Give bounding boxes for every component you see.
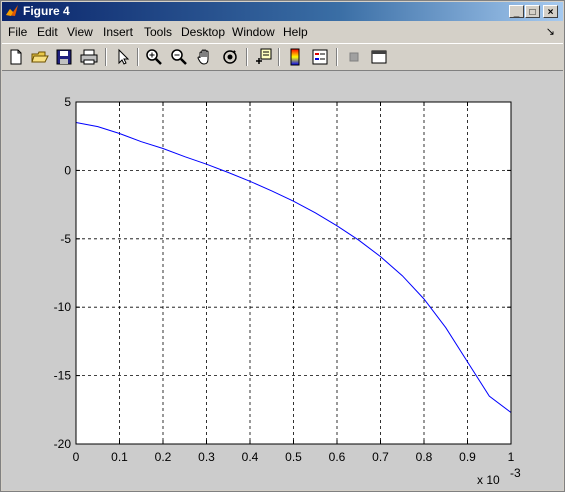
y-tick-label: -5 xyxy=(60,232,71,246)
menu-window[interactable]: Window xyxy=(232,25,275,39)
plot-area[interactable]: 0 0.1 0.2 0.3 0.4 0.5 0.6 0.7 0.8 0.9 1 5 0 -5 -10 -15 -… xyxy=(2,71,563,490)
y-tick-label: -15 xyxy=(54,369,72,383)
x-tick-label: 0.6 xyxy=(329,450,346,464)
zoom-out-icon[interactable] xyxy=(169,47,189,67)
toolbar-separator xyxy=(246,48,248,66)
x-tick-label: 0.4 xyxy=(242,450,259,464)
menu-edit[interactable]: Edit xyxy=(37,25,58,39)
zoom-in-icon[interactable] xyxy=(144,47,164,67)
menu-bar: File Edit View Insert Tools Desktop Wind… xyxy=(2,22,563,42)
save-icon[interactable] xyxy=(54,47,74,67)
title-bar[interactable]: Figure 4 _ □ × xyxy=(2,2,563,21)
matlab-logo-icon xyxy=(6,5,18,16)
y-tick-label: 5 xyxy=(64,95,71,109)
menu-tools[interactable]: Tools xyxy=(144,25,172,39)
menu-desktop[interactable]: Desktop xyxy=(181,25,225,39)
toolbar-separator xyxy=(137,48,139,66)
colorbar-icon[interactable] xyxy=(285,47,305,67)
dock-arrow-icon[interactable]: ↘ xyxy=(546,25,555,38)
figure-toolbar xyxy=(2,43,563,71)
rotate-3d-icon[interactable] xyxy=(220,47,240,67)
y-tick-label: -20 xyxy=(54,437,72,451)
open-file-icon[interactable] xyxy=(30,47,50,67)
hide-plot-tools-icon[interactable] xyxy=(344,47,364,67)
x-tick-label: 1 xyxy=(508,450,515,464)
legend-icon[interactable] xyxy=(310,47,330,67)
figure-canvas: 0 0.1 0.2 0.3 0.4 0.5 0.6 0.7 0.8 0.9 1 5 0 -5 -10 -15 -… xyxy=(2,71,563,490)
toolbar-separator xyxy=(278,48,280,66)
new-figure-icon[interactable] xyxy=(6,47,26,67)
maximize-button[interactable]: □ xyxy=(525,5,540,18)
menu-view[interactable]: View xyxy=(67,25,93,39)
x-exponent-superscript: -3 xyxy=(510,466,521,480)
y-tick-label: -10 xyxy=(54,300,72,314)
edit-plot-arrow-icon[interactable] xyxy=(112,47,132,67)
menu-help[interactable]: Help xyxy=(283,25,308,39)
pan-hand-icon[interactable] xyxy=(195,47,215,67)
print-icon[interactable] xyxy=(79,47,99,67)
x-tick-label: 0.1 xyxy=(111,450,128,464)
menu-insert[interactable]: Insert xyxy=(103,25,133,39)
x-tick-label: 0.7 xyxy=(372,450,389,464)
toolbar-separator xyxy=(105,48,107,66)
figure-window: Figure 4 _ □ × File Edit View Insert Too… xyxy=(0,0,565,492)
x-tick-label: 0.3 xyxy=(198,450,215,464)
window-title: Figure 4 xyxy=(23,4,70,18)
y-tick-label: 0 xyxy=(64,163,71,177)
close-button[interactable]: × xyxy=(543,5,558,18)
minimize-button[interactable]: _ xyxy=(509,5,524,18)
toolbar-separator xyxy=(336,48,338,66)
x-tick-label: 0.2 xyxy=(155,450,172,464)
show-plot-tools-icon[interactable] xyxy=(369,47,389,67)
x-tick-label: 0.9 xyxy=(459,450,476,464)
x-exponent-label: x 10 xyxy=(477,473,500,487)
x-tick-label: 0.5 xyxy=(285,450,302,464)
x-tick-label: 0.8 xyxy=(416,450,433,464)
data-cursor-icon[interactable] xyxy=(253,47,273,67)
x-tick-label: 0 xyxy=(73,450,80,464)
menu-file[interactable]: File xyxy=(8,25,27,39)
